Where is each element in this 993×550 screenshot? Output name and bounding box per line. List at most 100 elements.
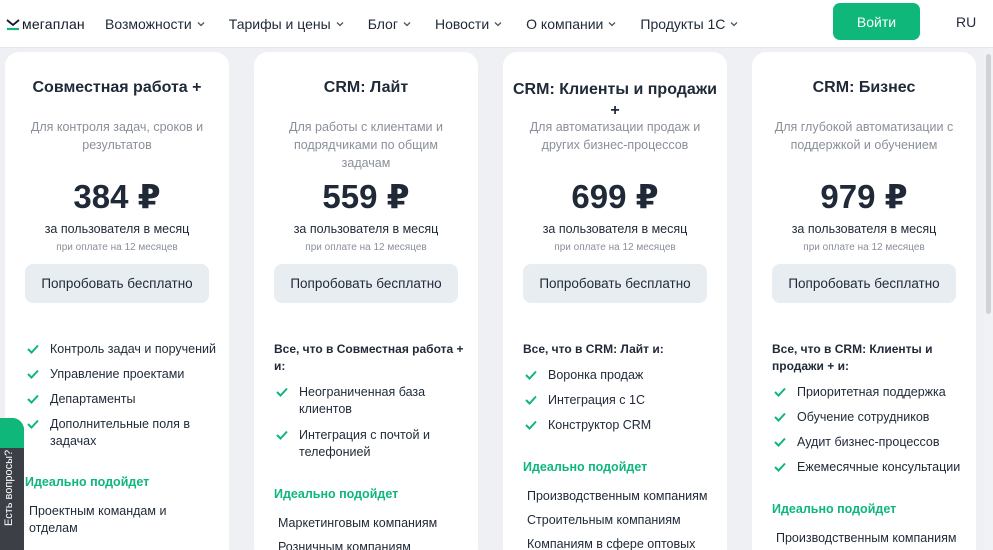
feature-label: Интеграция с 1С bbox=[548, 393, 645, 407]
try-free-button[interactable]: Попробовать бесплатно bbox=[25, 264, 209, 303]
chevron-down-icon bbox=[403, 22, 411, 27]
feature-item: Контроль задач и поручений bbox=[25, 341, 217, 358]
feature-list: Все, что в CRM: Клиенты и продажи + и: П… bbox=[772, 341, 964, 547]
check-icon bbox=[525, 395, 537, 405]
feature-item: Воронка продаж bbox=[523, 367, 715, 384]
feature-item: Аудит бизнес-процессов bbox=[772, 434, 964, 451]
chevron-down-icon bbox=[494, 22, 502, 27]
plan-description: Для автоматизации продаж и других бизнес… bbox=[529, 120, 701, 152]
help-tab-accent bbox=[0, 418, 24, 448]
ideal-for-title: Идеально подойдет bbox=[25, 475, 150, 489]
chevron-down-icon bbox=[197, 22, 205, 27]
logo-text: мегаплан bbox=[22, 16, 85, 32]
feature-label: Приоритетная поддержка bbox=[797, 385, 946, 399]
feature-label: Ежемесячные консультации bbox=[797, 460, 961, 474]
try-free-button[interactable]: Попробовать бесплатно bbox=[772, 264, 956, 303]
feature-item: Управление проектами bbox=[25, 366, 217, 383]
check-icon bbox=[774, 437, 786, 447]
ideal-for-title: Идеально подойдет bbox=[274, 487, 399, 501]
feature-label: Неограниченная база клиентов bbox=[299, 385, 426, 416]
nav-item-features[interactable]: Возможности bbox=[105, 16, 205, 32]
logo[interactable]: мегаплан bbox=[6, 14, 85, 34]
feature-label: Контроль задач и поручений bbox=[50, 342, 216, 356]
nav-item-label: Продукты 1С bbox=[640, 16, 726, 32]
nav-item-about[interactable]: О компании bbox=[526, 16, 616, 32]
plan-title: CRM: Клиенты и продажи + bbox=[513, 81, 717, 119]
feature-item: Интеграция с почтой и телефонией bbox=[274, 427, 466, 461]
plan-card-teamwork: Совместная работа + Для контроля задач, … bbox=[5, 52, 229, 550]
scrollbar-thumb[interactable] bbox=[986, 54, 991, 314]
ideal-for-title: Идеально подойдет bbox=[772, 502, 897, 516]
feature-label: Интеграция с почтой и телефонией bbox=[299, 428, 430, 459]
plan-card-crm-business: CRM: Бизнес Для глубокой автоматизации с… bbox=[752, 52, 976, 550]
nav-item-label: Блог bbox=[367, 16, 398, 32]
nav-item-label: Новости bbox=[434, 16, 490, 32]
feature-item: Дополнительные поля в задачах bbox=[25, 416, 217, 450]
feature-item: Департаменты bbox=[25, 391, 217, 408]
ideal-for-item: Строительным компаниям bbox=[527, 513, 681, 527]
check-icon bbox=[27, 344, 39, 354]
feature-item: Приоритетная поддержка bbox=[772, 384, 964, 401]
feature-list: Все, что в Совместная работа + и: Неогра… bbox=[274, 341, 466, 550]
plan-title: CRM: Лайт bbox=[323, 79, 409, 96]
feature-item: Обучение сотрудников bbox=[772, 409, 964, 426]
plan-title: CRM: Бизнес bbox=[812, 79, 916, 96]
plan-price: 699 ₽ bbox=[571, 178, 659, 215]
plan-payment-note: при оплате на 12 месяцев bbox=[305, 242, 427, 253]
feature-list: Контроль задач и поручений Управление пр… bbox=[25, 341, 217, 537]
feature-label: Воронка продаж bbox=[548, 368, 644, 382]
page-scrollbar[interactable] bbox=[984, 48, 993, 550]
nav-item-blog[interactable]: Блог bbox=[368, 16, 411, 32]
plan-description: Для работы с клиентами и подрядчиками по… bbox=[289, 120, 443, 170]
nav-item-label: Тарифы и цены bbox=[228, 16, 331, 32]
plan-description: Для контроля задач, сроков и результатов bbox=[30, 120, 204, 152]
plan-price-unit: за пользователя в месяц bbox=[791, 222, 937, 236]
plan-description: Для глубокой автоматизации с поддержкой … bbox=[774, 120, 954, 152]
top-header: мегаплан Возможности Тарифы и цены Блог … bbox=[0, 0, 993, 48]
nav-item-1c-products[interactable]: Продукты 1С bbox=[640, 16, 738, 32]
plan-title: Совместная работа + bbox=[32, 79, 202, 96]
feature-label: Дополнительные поля в задачах bbox=[50, 417, 191, 448]
try-free-button[interactable]: Попробовать бесплатно bbox=[523, 264, 707, 303]
feature-intro: Все, что в Совместная работа + и: bbox=[274, 342, 464, 373]
logo-mark-icon bbox=[6, 19, 20, 31]
nav-item-label: О компании bbox=[526, 16, 604, 32]
feature-intro: Все, что в CRM: Лайт и: bbox=[523, 342, 664, 356]
plan-payment-note: при оплате на 12 месяцев bbox=[554, 242, 676, 253]
check-icon bbox=[27, 369, 39, 379]
check-icon bbox=[774, 412, 786, 422]
feature-item: Интеграция с 1С bbox=[523, 392, 715, 409]
feature-intro: Все, что в CRM: Клиенты и продажи + и: bbox=[772, 342, 933, 373]
feature-label: Конструктор CRM bbox=[548, 418, 652, 432]
try-free-button[interactable]: Попробовать бесплатно bbox=[274, 264, 458, 303]
plan-payment-note: при оплате на 12 месяцев bbox=[803, 242, 925, 253]
login-button[interactable]: Войти bbox=[833, 3, 920, 40]
check-icon bbox=[27, 394, 39, 404]
feature-item: Ежемесячные консультации bbox=[772, 459, 964, 476]
plan-price-unit: за пользователя в месяц bbox=[293, 222, 439, 236]
feature-label: Обучение сотрудников bbox=[797, 410, 930, 424]
help-questions-tab[interactable]: Есть вопросы? bbox=[0, 418, 24, 550]
feature-label: Департаменты bbox=[50, 392, 136, 406]
plan-price: 559 ₽ bbox=[322, 178, 410, 215]
ideal-for-item: Компаниям в сфере оптовых bbox=[527, 537, 696, 550]
check-icon bbox=[276, 430, 288, 440]
ideal-for-item: Маркетинговым компаниям bbox=[278, 516, 438, 530]
check-icon bbox=[774, 462, 786, 472]
check-icon bbox=[27, 419, 39, 429]
feature-item: Неограниченная база клиентов bbox=[274, 384, 466, 418]
ideal-for-item: Производственным компаниям bbox=[776, 531, 957, 545]
feature-list: Все, что в CRM: Лайт и: Воронка продаж И… bbox=[523, 341, 715, 550]
nav-item-label: Возможности bbox=[105, 16, 192, 32]
language-switcher[interactable]: RU bbox=[956, 14, 976, 30]
feature-label: Аудит бизнес-процессов bbox=[797, 435, 940, 449]
ideal-for-item: Розничным компаниям bbox=[278, 540, 411, 550]
main-nav: Возможности Тарифы и цены Блог Новости О… bbox=[105, 0, 762, 48]
chevron-down-icon bbox=[336, 22, 344, 27]
check-icon bbox=[525, 420, 537, 430]
chevron-down-icon bbox=[608, 22, 616, 27]
nav-item-news[interactable]: Новости bbox=[435, 16, 502, 32]
nav-item-pricing[interactable]: Тарифы и цены bbox=[229, 16, 344, 32]
plan-price: 384 ₽ bbox=[73, 178, 161, 215]
check-icon bbox=[774, 387, 786, 397]
